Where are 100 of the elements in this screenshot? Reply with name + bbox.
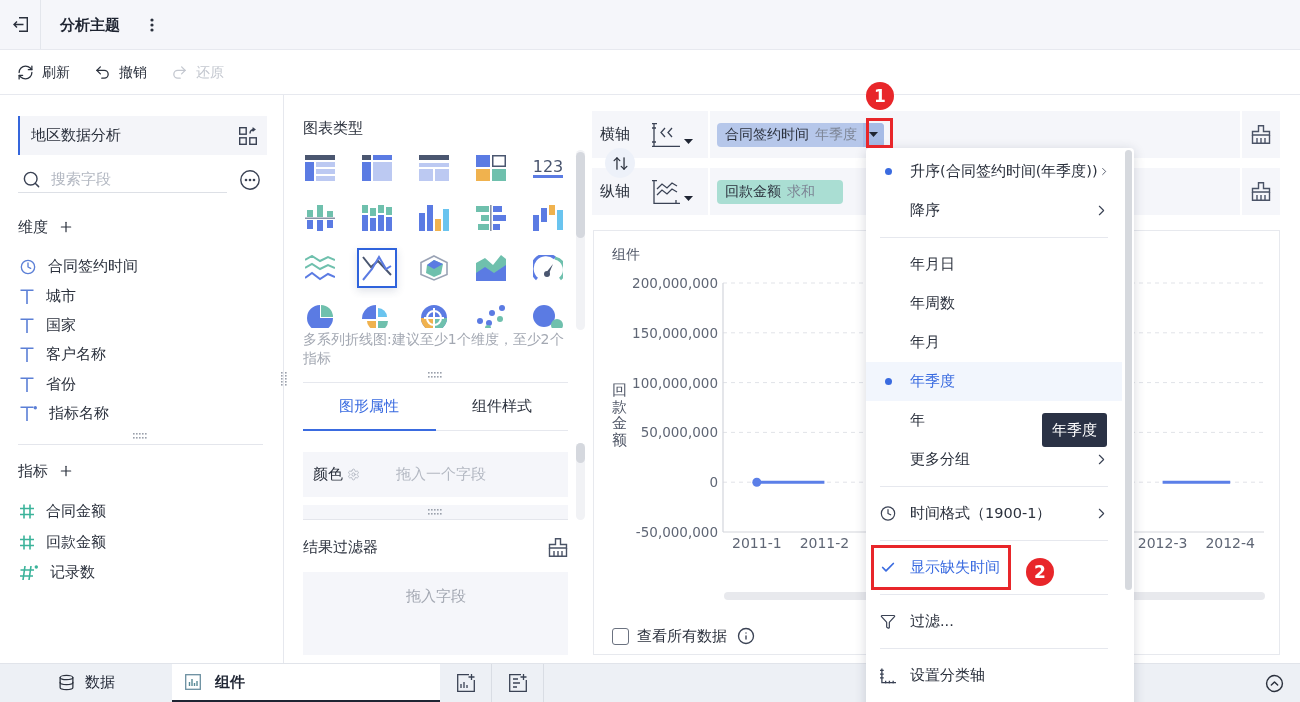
field-pill[interactable]: 合同签约时间 年季度 <box>717 122 884 147</box>
area-chart-icon <box>476 255 506 281</box>
globe-pie-icon <box>419 305 449 328</box>
text-type-icon <box>20 376 34 392</box>
menu-item[interactable]: 显示缺失时间 <box>874 548 1012 587</box>
chart-plus-icon[interactable] <box>456 674 475 692</box>
caret-icon <box>684 138 693 144</box>
calculated-number-icon <box>20 565 38 581</box>
undo-icon <box>94 63 111 81</box>
resize-handle-icon[interactable] <box>281 372 287 387</box>
chart-title: 组件 <box>612 245 640 263</box>
menu-item[interactable]: 升序(合同签约时间(年季度)) <box>866 152 1122 191</box>
calculated-text-icon <box>20 406 37 422</box>
field-item[interactable]: 省份 <box>18 369 267 399</box>
menu-item[interactable]: 年 <box>866 401 937 440</box>
kebab-menu-icon[interactable] <box>150 17 154 32</box>
axis-type-dropdown[interactable] <box>652 179 693 204</box>
plus-icon[interactable] <box>58 219 74 235</box>
dropdown-toggle[interactable] <box>863 122 884 147</box>
clock-icon <box>20 258 36 275</box>
text-type-icon <box>20 288 34 304</box>
menu-item[interactable]: 设置分类轴 <box>866 656 997 695</box>
section-title: 维度 <box>18 218 48 236</box>
x-tick-label: 2011-1 <box>732 535 782 551</box>
field-name: 回款金额 <box>725 182 781 201</box>
y-axis-title: 回款金额 <box>612 382 627 448</box>
menu-item[interactable]: 降序 <box>866 191 1122 230</box>
checkbox[interactable] <box>612 627 629 645</box>
refresh-button[interactable]: 刷新 <box>17 62 70 82</box>
field-item[interactable]: 回款金额 <box>18 526 267 558</box>
database-icon <box>57 673 75 691</box>
caret-icon <box>869 132 878 137</box>
tab[interactable]: 图形属性 <box>303 383 436 431</box>
tooltip: 年季度 <box>1042 413 1107 447</box>
field-item[interactable]: 合同签约时间 <box>18 252 267 282</box>
menu-item[interactable]: 年月日 <box>866 245 967 284</box>
section-title: 指标 <box>18 462 48 481</box>
menu-item[interactable]: 年周数 <box>866 284 967 323</box>
bubble-icon <box>533 305 563 328</box>
gauge-icon <box>533 255 563 281</box>
swap-icon <box>611 154 629 172</box>
header-table-icon <box>419 155 449 181</box>
aggregation-label: 求和 <box>787 182 815 201</box>
tab[interactable]: 组件样式 <box>435 383 568 431</box>
bar-chart-icon <box>185 674 201 690</box>
floating-column-icon <box>533 205 563 231</box>
radar-chart-icon <box>419 255 449 281</box>
axis-type-dropdown[interactable] <box>652 122 693 147</box>
line-chart-icon <box>362 255 392 281</box>
clock-icon <box>880 505 896 522</box>
search-input[interactable]: 搜索字段 <box>51 168 227 190</box>
more-icon[interactable] <box>240 169 260 190</box>
scrollbar[interactable] <box>576 443 585 520</box>
menu-item[interactable]: 年月 <box>866 323 952 362</box>
checkbox-label: 查看所有数据 <box>637 626 727 646</box>
column-chart-icon <box>419 205 449 231</box>
step-number: 1 <box>866 82 894 110</box>
field-item[interactable]: 客户名称 <box>18 340 267 370</box>
axis-style-icon <box>652 179 680 204</box>
y-tick-label: 0 <box>709 474 718 491</box>
pie-chart-icon <box>305 305 335 328</box>
tab[interactable]: 组件 <box>172 664 440 702</box>
pivot-table-icon <box>362 155 392 181</box>
switch-icon[interactable] <box>239 126 257 145</box>
y-tick-label: 50,000,000 <box>640 424 718 441</box>
section-title: 图表类型 <box>303 119 364 138</box>
number-type-icon <box>20 504 34 520</box>
y-tick-label: 100,000,000 <box>632 374 718 391</box>
undo-button[interactable]: 撤销 <box>94 62 147 82</box>
square-plus-icon[interactable] <box>508 674 527 692</box>
drag-handle-icon[interactable] <box>428 509 443 515</box>
scrollbar[interactable] <box>1125 150 1132 590</box>
chevron-up-circle-icon[interactable] <box>1265 673 1284 693</box>
info-icon[interactable] <box>737 627 755 645</box>
scrollbar[interactable] <box>576 150 585 330</box>
field-item[interactable]: 记录数 <box>18 557 267 588</box>
field-item[interactable]: 指标名称 <box>18 398 267 429</box>
tab[interactable]: 数据 <box>0 664 172 702</box>
field-item[interactable]: 合同金额 <box>18 496 267 527</box>
tiles-icon <box>476 155 506 181</box>
data-point <box>752 477 762 487</box>
highlight-frame <box>866 118 893 148</box>
broom-icon[interactable] <box>1251 125 1271 144</box>
drag-handle-icon[interactable] <box>133 433 148 440</box>
field-pill[interactable]: 回款金额 求和 <box>717 179 843 204</box>
menu-item[interactable]: 过滤... <box>866 602 966 641</box>
axis-label: 横轴 <box>600 125 630 144</box>
menu-item[interactable]: 年季度 <box>866 362 1122 401</box>
number-type-icon <box>20 534 34 550</box>
menu-item[interactable]: 时间格式（1900-1） <box>866 494 1122 533</box>
exit-icon <box>12 17 28 32</box>
redo-icon <box>171 63 188 81</box>
chart-type-button[interactable] <box>357 248 397 288</box>
field-item[interactable]: 城市 <box>18 281 267 311</box>
drag-handle-icon[interactable] <box>428 372 443 378</box>
y-tick-label: -50,000,000 <box>635 524 718 540</box>
filter-icon <box>880 613 896 630</box>
field-item[interactable]: 国家 <box>18 310 267 341</box>
broom-icon[interactable] <box>1251 182 1271 201</box>
broom-icon[interactable] <box>548 537 568 557</box>
